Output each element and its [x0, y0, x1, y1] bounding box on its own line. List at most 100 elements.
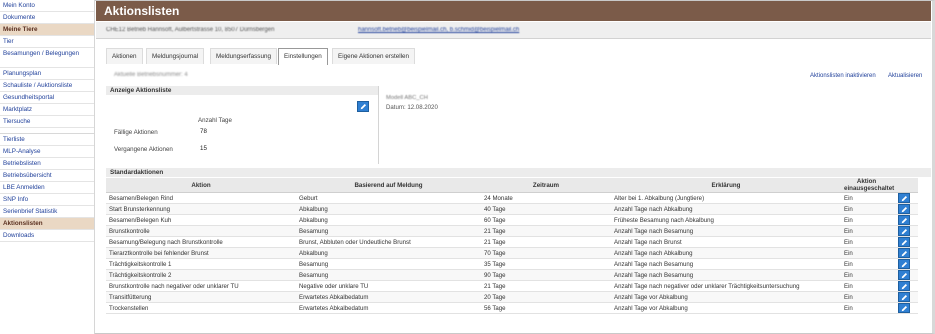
table-cell: Besamen/Belegen Kuh [106, 214, 296, 226]
sidebar-item[interactable]: SNP Info [0, 194, 94, 206]
table-cell: Anzahl Tage nach negativer oder unklarer… [611, 280, 841, 292]
sidebar-item[interactable]: Mein Konto [0, 0, 94, 12]
table-cell: 40 Tage [481, 203, 611, 215]
sidebar-item[interactable]: Downloads [0, 230, 94, 242]
tab[interactable]: Meldungsjournal [146, 48, 205, 64]
tab[interactable]: Einstellungen [278, 48, 328, 65]
table-cell: Erwartetes Abkalbedatum [296, 291, 481, 303]
edit-row-button[interactable] [898, 215, 910, 225]
edit-display-button[interactable] [357, 101, 369, 112]
table-cell: Ein [841, 302, 892, 314]
edit-row-button[interactable] [898, 281, 910, 291]
table-cell-action [892, 302, 918, 314]
table-cell-action [892, 269, 918, 281]
sidebar-item[interactable]: Tiersuche [0, 116, 94, 128]
table-row: Trockenstellen Erwartetes Abkalbedatum 56 … [106, 302, 918, 314]
pencil-icon [901, 272, 908, 279]
org-bar: CHE12 Betrieb Hannsoft, Aulbertstrasse 1… [96, 22, 931, 39]
edit-row-button[interactable] [898, 292, 910, 302]
standard-actions-table: Aktion Basierend auf Meldung Zeitraum Erklä… [106, 178, 918, 314]
table-cell: Anzahl Tage vor Abkalbung [611, 302, 841, 314]
table-cell-action [892, 291, 918, 303]
column-header: Erklärung [611, 178, 841, 193]
table-cell: Brunst, Abbluten oder Undeutliche Brunst [296, 236, 481, 248]
sidebar-item[interactable]: Planungsplan [0, 68, 94, 80]
table-cell: Ein [841, 214, 892, 226]
edit-row-button[interactable] [898, 226, 910, 236]
table-cell: 21 Tage [481, 236, 611, 248]
update-link[interactable]: Aktualisieren [888, 73, 922, 79]
org-email-link[interactable]: hannsoft.betrieb@beispielmail.ch, b.schm… [358, 27, 519, 33]
sidebar-item[interactable]: Gesundheitsportal [0, 92, 94, 104]
pencil-icon [901, 206, 908, 213]
standard-actions-title: Standardaktionen [110, 169, 164, 176]
standard-actions-header: Standardaktionen [106, 168, 931, 177]
tab[interactable]: Aktionen [106, 48, 143, 64]
edit-row-button[interactable] [898, 193, 910, 203]
table-cell: Start Brunsterkennung [106, 203, 296, 215]
table-cell-action [892, 236, 918, 248]
table-cell: Anzahl Tage nach Besamung [611, 258, 841, 270]
pencil-icon [901, 250, 908, 257]
table-cell: 24 Monate [481, 192, 611, 204]
sidebar-item[interactable]: Dokumente [0, 12, 94, 24]
column-header: Aktion einausgeschaltet [841, 178, 894, 193]
table-row: Brunstkontrolle Besamung 21 Tage Anzahl Tag… [106, 225, 918, 237]
table-row: Besamung/Belegung nach Brunstkontrolle Br… [106, 236, 918, 248]
sidebar-item[interactable]: Serienbrief Statistik [0, 206, 94, 218]
column-header: Aktion [106, 178, 296, 193]
table-row: Start Brunsterkennung Abkalbung 40 Tage Anz… [106, 203, 918, 215]
tab[interactable]: Meldungserfassung [210, 48, 277, 64]
edit-row-button[interactable] [898, 259, 910, 269]
sidebar-item[interactable]: Meine Tiere [0, 24, 94, 36]
table-cell-action [892, 280, 918, 292]
table-cell: Anzahl Tage vor Abkalbung [611, 291, 841, 303]
days-count-header: Anzahl Tage [198, 117, 232, 124]
table-cell: Besamung/Belegung nach Brunstkontrolle [106, 236, 296, 248]
sidebar-item[interactable]: Betriebslisten [0, 158, 94, 170]
deactivate-action-lists-link[interactable]: Aktionslisten inaktivieren [810, 73, 876, 79]
table-cell: Brunstkontrolle nach negativer oder unkl… [106, 280, 296, 292]
table-cell: Geburt [296, 192, 481, 204]
sidebar-item[interactable]: Tier [0, 36, 94, 48]
sidebar-item[interactable]: Besamungen / Belegungen [0, 48, 94, 68]
table-cell: Anzahl Tage nach Brunst [611, 236, 841, 248]
table-cell: Ein [841, 203, 892, 215]
table-cell: 21 Tage [481, 225, 611, 237]
edit-row-button[interactable] [898, 237, 910, 247]
sidebar-item[interactable]: LBE Anmelden [0, 182, 94, 194]
table-cell: 70 Tage [481, 247, 611, 259]
org-address: CHE12 Betrieb Hannsoft, Aulbertstrasse 1… [106, 27, 275, 33]
sidebar-item[interactable]: Schauliste / Auktionsliste [0, 80, 94, 92]
business-number-line: Aktuelle Betriebsnummer: 4 [114, 72, 188, 78]
sidebar-item[interactable]: MLP-Analyse [0, 146, 94, 158]
table-row: Brunstkontrolle nach negativer oder unkl… [106, 280, 918, 292]
edit-row-button[interactable] [898, 248, 910, 258]
table-cell-action [892, 214, 918, 226]
table-cell: Brunstkontrolle [106, 225, 296, 237]
table-cell: Anzahl Tage nach Besamung [611, 269, 841, 281]
table-row: Transitfütterung Erwartetes Abkalbedatum 2… [106, 291, 918, 303]
table-cell: 35 Tage [481, 258, 611, 270]
table-cell: Ein [841, 280, 892, 292]
table-cell-action [892, 247, 918, 259]
edit-row-button[interactable] [898, 270, 910, 280]
table-cell-action [892, 225, 918, 237]
sidebar-item[interactable]: Betriebsübersicht [0, 170, 94, 182]
sidebar-item[interactable]: Marktplatz [0, 104, 94, 116]
edit-row-button[interactable] [898, 303, 910, 313]
table-cell: Anzahl Tage nach Besamung [611, 225, 841, 237]
table-cell: 60 Tage [481, 214, 611, 226]
table-cell: Ein [841, 258, 892, 270]
panel-divider [378, 86, 379, 164]
past-actions-value: 15 [200, 145, 207, 152]
table-cell: Erwartetes Abkalbedatum [296, 302, 481, 314]
column-header: Basierend auf Meldung [296, 178, 481, 193]
sidebar-item[interactable]: Aktionslisten [0, 218, 94, 230]
pencil-icon [901, 283, 908, 290]
tab[interactable]: Eigene Aktionen erstellen [332, 48, 416, 64]
table-cell: Trächtigkeitskontrolle 1 [106, 258, 296, 270]
edit-row-button[interactable] [898, 204, 910, 214]
sidebar-item[interactable]: Tierliste [0, 134, 94, 146]
table-cell: Anzahl Tage nach Abkalbung [611, 247, 841, 259]
